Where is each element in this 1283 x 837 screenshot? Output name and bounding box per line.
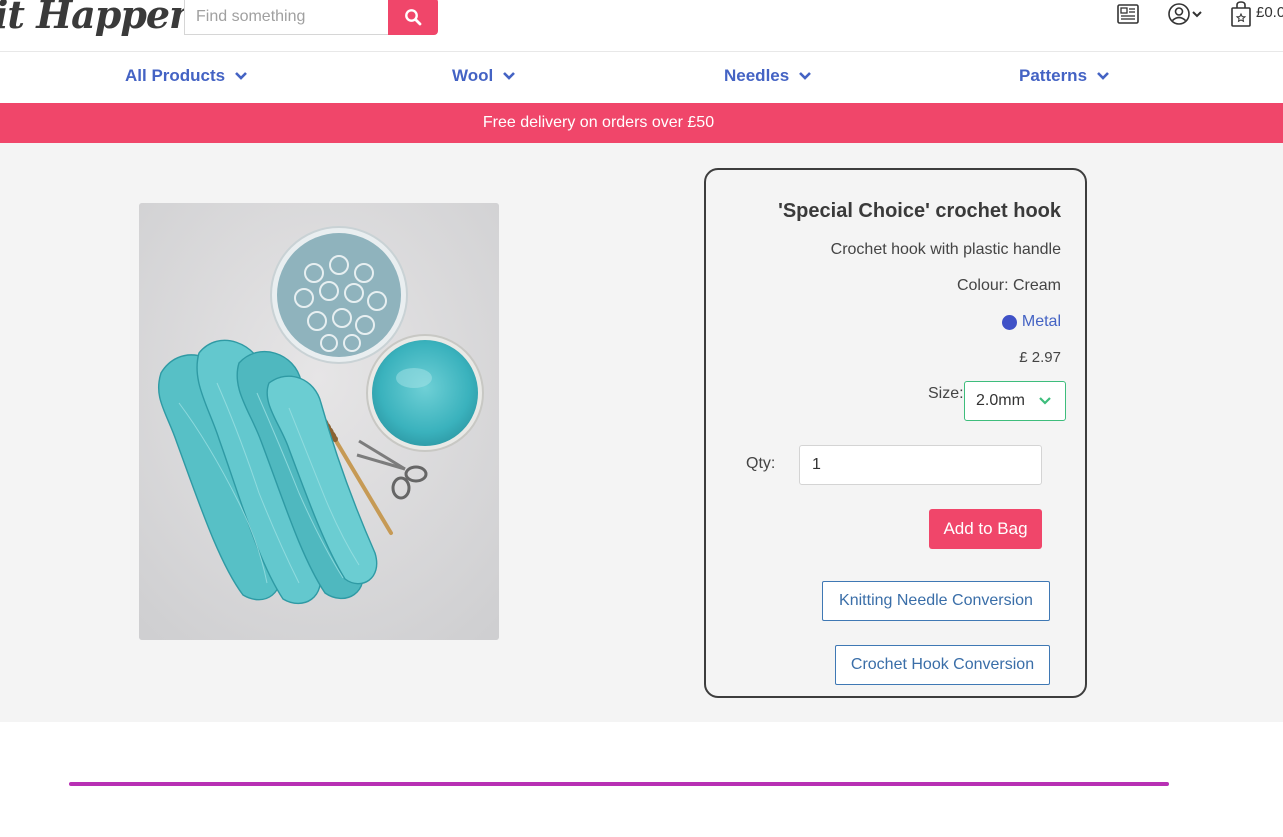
nav-wool[interactable]: Wool	[452, 66, 516, 86]
account-menu[interactable]	[1167, 0, 1203, 28]
material-label: Metal	[1021, 313, 1061, 330]
product-material-link[interactable]: Metal	[1001, 313, 1061, 331]
product-colour: Colour: Cream	[956, 277, 1061, 294]
chevron-down-icon	[235, 72, 248, 80]
qty-input[interactable]	[799, 445, 1042, 485]
chevron-down-icon	[1039, 397, 1051, 405]
user-circle-icon	[1168, 3, 1190, 25]
chevron-down-icon	[1097, 72, 1109, 80]
chevron-down-icon	[1192, 11, 1202, 18]
qty-label: Qty:	[746, 455, 776, 472]
newsletter-button[interactable]	[1116, 0, 1140, 28]
nav-patterns[interactable]: Patterns	[1019, 66, 1110, 86]
product-photo	[139, 203, 499, 640]
product-section: 'Special Choice' crochet hook Crochet ho…	[0, 143, 1283, 722]
size-value: 2.0mm	[976, 392, 1025, 409]
knitting-needle-conversion-button[interactable]: Knitting Needle Conversion	[822, 581, 1050, 621]
nav-label: Wool	[452, 66, 494, 85]
main-nav: All Products Wool Needles Patterns	[0, 52, 1283, 103]
delivery-banner: Free delivery on orders over £50	[0, 103, 1283, 143]
shopping-bag-button[interactable]	[1229, 0, 1253, 28]
delivery-banner-text: Free delivery on orders over £50	[482, 114, 715, 131]
product-details-card: 'Special Choice' crochet hook Crochet ho…	[704, 168, 1087, 698]
section-divider	[69, 782, 1169, 786]
add-to-bag-button[interactable]: Add to Bag	[929, 509, 1042, 549]
crochet-hook-conversion-button[interactable]: Crochet Hook Conversion	[835, 645, 1050, 685]
nav-needles[interactable]: Needles	[724, 66, 812, 86]
site-header: it Happens Find something £0.0	[0, 0, 1283, 52]
product-price: £ 2.97	[1019, 349, 1061, 366]
search-input[interactable]	[184, 0, 388, 35]
product-description: Crochet hook with plastic handle	[830, 241, 1061, 258]
chevron-down-icon	[503, 72, 516, 80]
nav-label: Patterns	[1019, 66, 1088, 85]
material-dot-icon	[1001, 314, 1017, 330]
size-select[interactable]: 2.0mm	[964, 381, 1066, 421]
size-label: Size:	[928, 385, 964, 402]
shopping-bag-icon	[1231, 1, 1251, 27]
nav-label: All Products	[125, 66, 226, 85]
product-image	[139, 203, 499, 640]
search-bar	[184, 0, 438, 35]
product-title: 'Special Choice' crochet hook	[778, 200, 1061, 222]
search-button[interactable]	[388, 0, 438, 35]
search-icon	[405, 8, 422, 25]
nav-all-products[interactable]: All Products	[125, 66, 248, 86]
nav-label: Needles	[724, 66, 790, 85]
bag-total[interactable]: £0.0	[1256, 4, 1283, 21]
chevron-down-icon	[799, 72, 812, 80]
newsletter-icon	[1117, 4, 1139, 24]
